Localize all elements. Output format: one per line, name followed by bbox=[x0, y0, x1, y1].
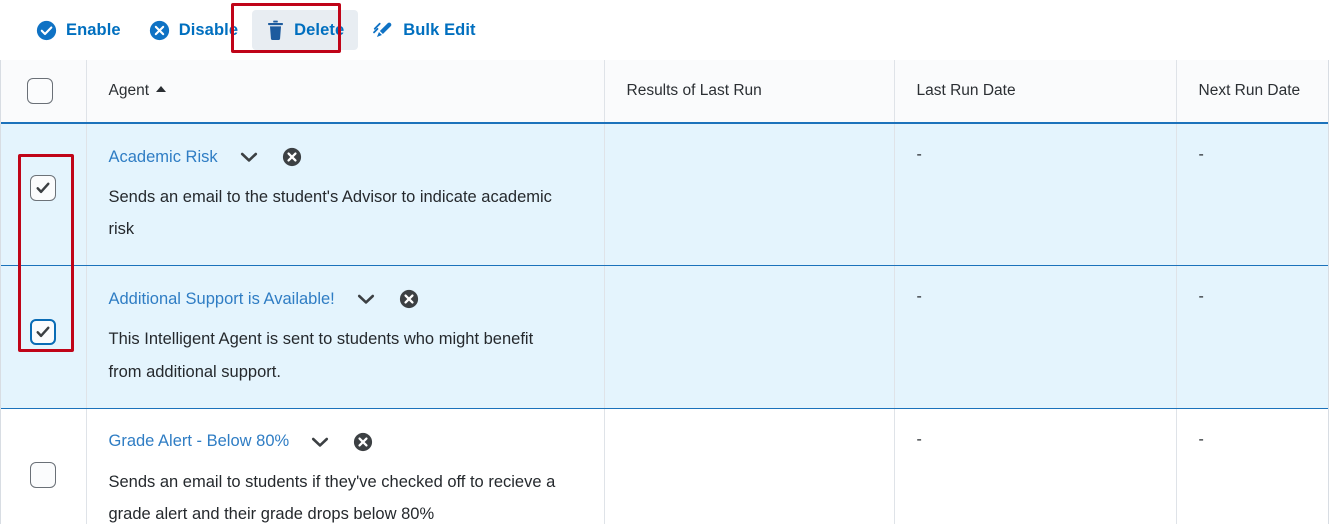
row-checkbox-cell bbox=[1, 123, 87, 267]
delete-button[interactable]: Delete bbox=[252, 10, 359, 50]
agent-cell: Additional Support is Available! This In… bbox=[86, 265, 605, 409]
enable-button[interactable]: Enable bbox=[22, 10, 135, 50]
agents-table-container: Agent Results of Last Run Last Run Date … bbox=[0, 60, 1329, 524]
remove-x-icon[interactable] bbox=[353, 432, 373, 452]
last-run-cell: - bbox=[894, 123, 1177, 267]
next-run-value: - bbox=[1198, 430, 1204, 448]
column-header-last-run[interactable]: Last Run Date bbox=[894, 60, 1177, 124]
row-checkbox[interactable] bbox=[30, 174, 57, 201]
column-header-results-label: Results of Last Run bbox=[626, 82, 762, 99]
row-checkbox[interactable] bbox=[30, 461, 57, 488]
column-header-next-run-label: Next Run Date bbox=[1198, 82, 1301, 99]
disable-button-label: Disable bbox=[178, 20, 239, 39]
check-circle-icon bbox=[36, 20, 57, 41]
enable-button-label: Enable bbox=[66, 20, 121, 39]
row-checkbox[interactable] bbox=[30, 319, 57, 346]
sort-ascending-icon bbox=[156, 86, 167, 92]
pencil-edit-icon bbox=[372, 19, 394, 41]
select-all-checkbox[interactable] bbox=[27, 78, 53, 104]
agent-description: This Intelligent Agent is sent to studen… bbox=[108, 330, 534, 381]
column-header-next-run[interactable]: Next Run Date bbox=[1176, 60, 1328, 124]
row-checkbox-cell bbox=[1, 408, 87, 524]
results-value bbox=[605, 124, 894, 146]
table-row: Academic Risk Sends an email to the stud… bbox=[1, 123, 1328, 267]
next-run-cell: - bbox=[1176, 265, 1328, 409]
bulk-edit-button[interactable]: Bulk Edit bbox=[358, 10, 489, 50]
chevron-down-icon[interactable] bbox=[357, 293, 375, 305]
column-header-agent[interactable]: Agent bbox=[86, 60, 605, 124]
column-header-results[interactable]: Results of Last Run bbox=[604, 60, 895, 124]
agent-name-link[interactable]: Additional Support is Available! bbox=[109, 290, 335, 309]
table-body: Academic Risk Sends an email to the stud… bbox=[1, 123, 1328, 524]
results-cell bbox=[604, 265, 895, 409]
action-toolbar: Enable Disable Delete Bulk Edit bbox=[0, 0, 1329, 60]
chevron-down-icon[interactable] bbox=[311, 436, 329, 448]
bulk-edit-button-label: Bulk Edit bbox=[403, 20, 476, 39]
agents-table: Agent Results of Last Run Last Run Date … bbox=[1, 60, 1328, 524]
last-run-cell: - bbox=[894, 408, 1177, 524]
next-run-value: - bbox=[1198, 288, 1204, 306]
remove-x-icon[interactable] bbox=[399, 289, 419, 309]
results-value bbox=[605, 409, 894, 431]
agent-description: Sends an email to the student's Advisor … bbox=[108, 188, 552, 239]
agent-cell: Academic Risk Sends an email to the stud… bbox=[86, 123, 605, 267]
column-header-agent-label: Agent bbox=[108, 82, 150, 99]
agent-name-link[interactable]: Grade Alert - Below 80% bbox=[109, 432, 290, 451]
select-all-header bbox=[1, 60, 87, 124]
table-header: Agent Results of Last Run Last Run Date … bbox=[1, 60, 1328, 124]
row-checkbox-cell bbox=[1, 265, 87, 409]
next-run-cell: - bbox=[1176, 408, 1328, 524]
delete-button-label: Delete bbox=[294, 20, 345, 39]
remove-x-icon[interactable] bbox=[282, 147, 302, 167]
agent-cell: Grade Alert - Below 80% Sends an email t… bbox=[86, 408, 605, 524]
table-row: Grade Alert - Below 80% Sends an email t… bbox=[1, 408, 1328, 524]
last-run-value: - bbox=[916, 146, 922, 163]
x-circle-icon bbox=[149, 20, 170, 41]
last-run-cell: - bbox=[894, 265, 1177, 409]
results-value bbox=[605, 266, 894, 288]
next-run-cell: - bbox=[1176, 123, 1328, 267]
column-header-last-run-label: Last Run Date bbox=[916, 82, 1016, 99]
agent-description: Sends an email to students if they've ch… bbox=[108, 472, 556, 523]
last-run-value: - bbox=[916, 430, 922, 448]
results-cell bbox=[604, 123, 895, 267]
disable-button[interactable]: Disable bbox=[135, 10, 252, 50]
next-run-value: - bbox=[1198, 146, 1204, 163]
table-row: Additional Support is Available! This In… bbox=[1, 265, 1328, 409]
chevron-down-icon[interactable] bbox=[240, 151, 258, 163]
agent-name-link[interactable]: Academic Risk bbox=[109, 148, 218, 167]
trash-icon bbox=[266, 20, 285, 41]
last-run-value: - bbox=[916, 288, 922, 306]
results-cell bbox=[604, 408, 895, 524]
table-header-row: Agent Results of Last Run Last Run Date … bbox=[1, 60, 1328, 124]
